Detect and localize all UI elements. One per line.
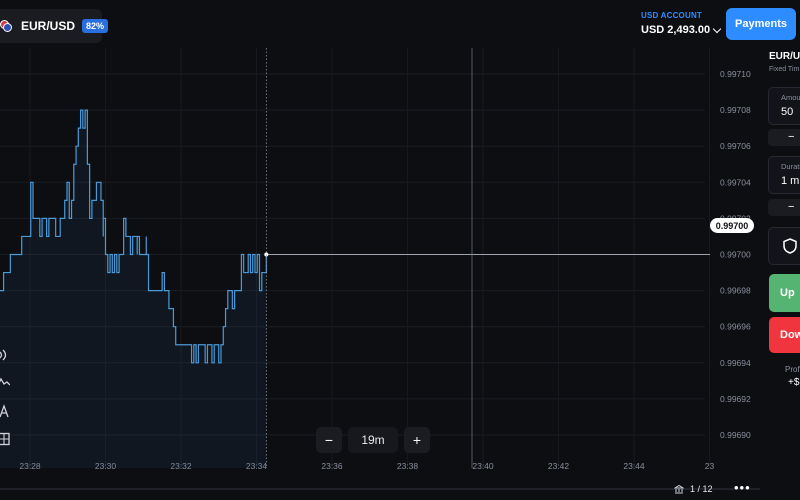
timeline-track[interactable] (0, 488, 760, 490)
insurance-button[interactable] (768, 227, 800, 265)
duration-value: 1 mi (781, 175, 800, 187)
y-tick-label: 0.99694 (720, 358, 751, 368)
y-tick-label: 0.99706 (720, 141, 751, 151)
panel-asset-title: EUR/U (769, 51, 800, 62)
amount-value: 50 (781, 106, 794, 118)
x-tick-label: 23 (705, 461, 715, 471)
amount-field[interactable]: Amou 50 (768, 87, 800, 125)
amount-label: Amou (781, 93, 800, 102)
panel-trade-type: Fixed Tim (769, 66, 800, 73)
current-price-tag: 0.99700 (710, 218, 754, 233)
y-tick-label: 0.99710 (720, 69, 751, 79)
payout-badge: 82% (82, 19, 109, 33)
profit-value: +$ (788, 377, 800, 388)
zoom-out-button[interactable]: − (316, 427, 342, 453)
y-tick-label: 0.99708 (720, 105, 751, 115)
more-options-button[interactable]: ••• (734, 480, 751, 495)
signal-icon[interactable] (0, 348, 10, 362)
pagination-label: 1 / 12 (690, 484, 713, 494)
account-label: USD ACCOUNT (641, 11, 703, 20)
x-tick-label: 23:40 (472, 461, 494, 471)
profit-label: Profi (785, 365, 800, 374)
asset-selector[interactable]: EUR/USD 82% (0, 9, 109, 43)
up-button[interactable]: Up (769, 274, 800, 312)
x-tick-label: 23:38 (397, 461, 419, 471)
eur-usd-flag-icon (0, 20, 14, 32)
duration-label: Duratio (781, 162, 800, 171)
zoom-in-button[interactable]: + (404, 427, 430, 453)
pagination: 1 / 12 (674, 484, 713, 494)
shield-icon (783, 238, 797, 254)
asset-name: EUR/USD (21, 19, 76, 33)
x-tick-label: 23:44 (623, 461, 645, 471)
duration-field[interactable]: Duratio 1 mi (768, 156, 800, 194)
down-button[interactable]: Dow (769, 317, 800, 353)
y-tick-label: 0.99700 (720, 250, 751, 260)
layout-icon[interactable] (0, 432, 10, 446)
account-balance-row: USD 2,493.00 (641, 24, 722, 36)
amount-decrease-button[interactable]: − (768, 129, 800, 146)
y-tick-label: 0.99698 (720, 286, 751, 296)
x-tick-label: 23:42 (548, 461, 570, 471)
drawing-tool-icon[interactable] (0, 404, 10, 418)
price-area (0, 110, 267, 468)
chevron-down-icon (712, 24, 722, 33)
account-selector[interactable]: USD ACCOUNT USD 2,493.00 (641, 11, 722, 36)
y-tick-label: 0.99690 (720, 430, 751, 440)
zoom-control: − 19m + (316, 427, 430, 453)
duration-decrease-button[interactable]: − (768, 199, 800, 216)
price-chart[interactable]: 0.997100.997080.997060.997040.997020.997… (0, 48, 760, 488)
account-balance: USD 2,493.00 (641, 24, 711, 36)
chart-canvas: 0.997100.997080.997060.997040.997020.997… (0, 48, 751, 471)
bank-icon (674, 484, 684, 493)
y-tick-label: 0.99704 (720, 177, 751, 187)
y-tick-label: 0.99696 (720, 322, 751, 332)
y-tick-label: 0.99692 (720, 394, 751, 404)
timeframe-value[interactable]: 19m (348, 427, 398, 453)
x-tick-label: 23:36 (321, 461, 343, 471)
indicator-icon[interactable] (0, 375, 10, 389)
payments-button[interactable]: Payments (726, 8, 796, 40)
